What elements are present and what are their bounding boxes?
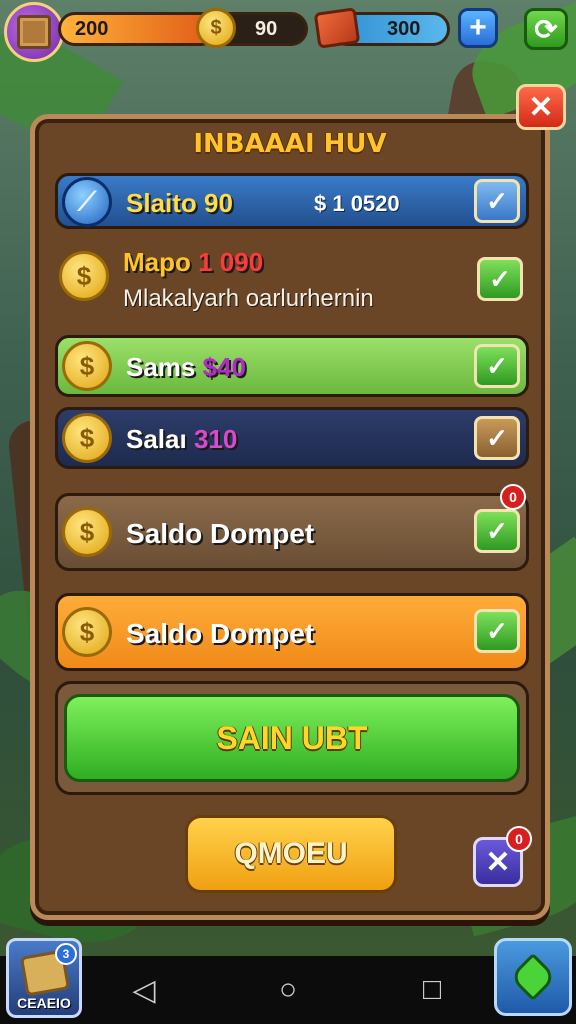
item-label-text: Salaı xyxy=(126,424,194,454)
item-label-text: Mapo xyxy=(123,247,199,277)
crate-counter: 200 xyxy=(58,12,218,46)
list-item[interactable]: $ Saldo Dompet ✓ 0 xyxy=(55,484,529,571)
map-icon xyxy=(508,952,558,1002)
coin-symbol: $ xyxy=(79,350,95,381)
coin-symbol: $ xyxy=(76,260,92,291)
inventory-button[interactable]: 3 CEAEIO xyxy=(6,938,82,1018)
coin-icon: $ xyxy=(59,251,109,301)
primary-button[interactable]: SAIN UBT xyxy=(64,694,520,782)
home-icon[interactable]: ○ xyxy=(268,970,308,1010)
brick-count: 300 xyxy=(387,17,421,40)
check-icon: ✓ xyxy=(486,185,508,216)
item-subtitle: Mlakalyarh oarlurhernin xyxy=(123,285,374,312)
inventory-caption: CEAEIO xyxy=(17,995,71,1011)
coin-icon: $ xyxy=(62,413,112,463)
item-label: Sams $40 xyxy=(126,352,246,383)
cancel-button[interactable]: ✕ 0 xyxy=(473,826,532,887)
add-resources-button[interactable]: + xyxy=(458,8,498,48)
coin-symbol: $ xyxy=(210,16,222,39)
close-icon: ✕ xyxy=(528,90,554,124)
close-panel-button[interactable]: ✕ xyxy=(516,84,566,130)
player-avatar[interactable] xyxy=(4,2,64,62)
check-toggle[interactable]: ✓ xyxy=(474,609,520,653)
back-icon[interactable]: ◁ xyxy=(124,970,164,1010)
coin-symbol: $ xyxy=(79,516,95,547)
recent-apps-icon[interactable]: □ xyxy=(412,970,452,1010)
check-toggle[interactable]: ✓ xyxy=(474,416,520,460)
item-price: $ 1 0520 xyxy=(314,191,400,216)
item-label: Salaı 310 xyxy=(126,424,237,455)
crate-icon xyxy=(17,15,51,49)
inventory-badge: 3 xyxy=(55,943,77,965)
list-item[interactable]: $ Sams $40 ✓ xyxy=(55,335,529,397)
check-icon: ✓ xyxy=(486,615,508,646)
item-label-number: 1 090 xyxy=(198,247,264,277)
check-toggle[interactable]: ✓ xyxy=(474,344,520,388)
coin-symbol: $ xyxy=(79,422,95,453)
item-label: Saldo Dompet xyxy=(126,518,315,549)
coin-count: 90 xyxy=(255,17,278,40)
check-toggle[interactable]: ✓ xyxy=(474,179,520,223)
crate-count: 200 xyxy=(75,17,109,40)
check-toggle[interactable]: ✓ xyxy=(477,257,523,301)
close-icon: ✕ xyxy=(485,845,511,879)
coin-icon: $ xyxy=(62,507,112,557)
gem-coin-icon: ⟋ xyxy=(62,177,112,227)
list-item[interactable]: $ Saldo Dompet ✓ xyxy=(55,593,529,671)
plus-icon: + xyxy=(469,11,487,44)
list-item[interactable]: ⟋ Slaito 90 $ 1 0520 ✓ xyxy=(55,173,529,229)
refresh-icon: ⟳ xyxy=(534,13,558,45)
coin-icon: $ xyxy=(62,341,112,391)
top-resource-bar: 200 90 $ 300 + ⟳ xyxy=(0,0,576,64)
item-label-number: 310 xyxy=(193,424,238,454)
refresh-button[interactable]: ⟳ xyxy=(524,8,568,50)
notification-badge: 0 xyxy=(500,484,526,510)
item-label-number: $40 xyxy=(202,352,246,382)
system-nav-bar: ◁ ○ □ xyxy=(0,956,576,1024)
check-icon: ✓ xyxy=(489,263,511,294)
primary-button-frame: SAIN UBT xyxy=(55,681,529,795)
notification-badge: 0 xyxy=(506,826,532,852)
coin-icon: $ xyxy=(196,8,236,48)
item-label-text: Sams xyxy=(126,352,203,382)
map-button[interactable] xyxy=(494,938,572,1016)
coin-symbol: $ xyxy=(79,616,95,647)
check-icon: ✓ xyxy=(486,515,508,546)
coin-icon: $ xyxy=(62,607,112,657)
list-item[interactable]: $ Mapo 1 090 Mlakalyarh oarlurhernin ✓ xyxy=(55,239,529,323)
panel-title: INBAAAI HUV xyxy=(193,129,387,159)
brick-icon xyxy=(313,7,361,49)
item-label: Slaito 90 xyxy=(126,188,233,218)
wallet-panel: INBAAAI HUV ⟋ Slaito 90 $ 1 0520 ✓ $ Map… xyxy=(30,114,550,920)
item-label: Saldo Dompet xyxy=(126,618,315,649)
secondary-button[interactable]: QMOEU xyxy=(185,815,397,893)
item-label: Mapo 1 090 xyxy=(123,247,263,278)
check-icon: ✓ xyxy=(486,422,508,453)
check-toggle[interactable]: ✓ xyxy=(474,509,520,553)
list-item[interactable]: $ Salaı 310 ✓ xyxy=(55,407,529,469)
check-icon: ✓ xyxy=(486,350,508,381)
